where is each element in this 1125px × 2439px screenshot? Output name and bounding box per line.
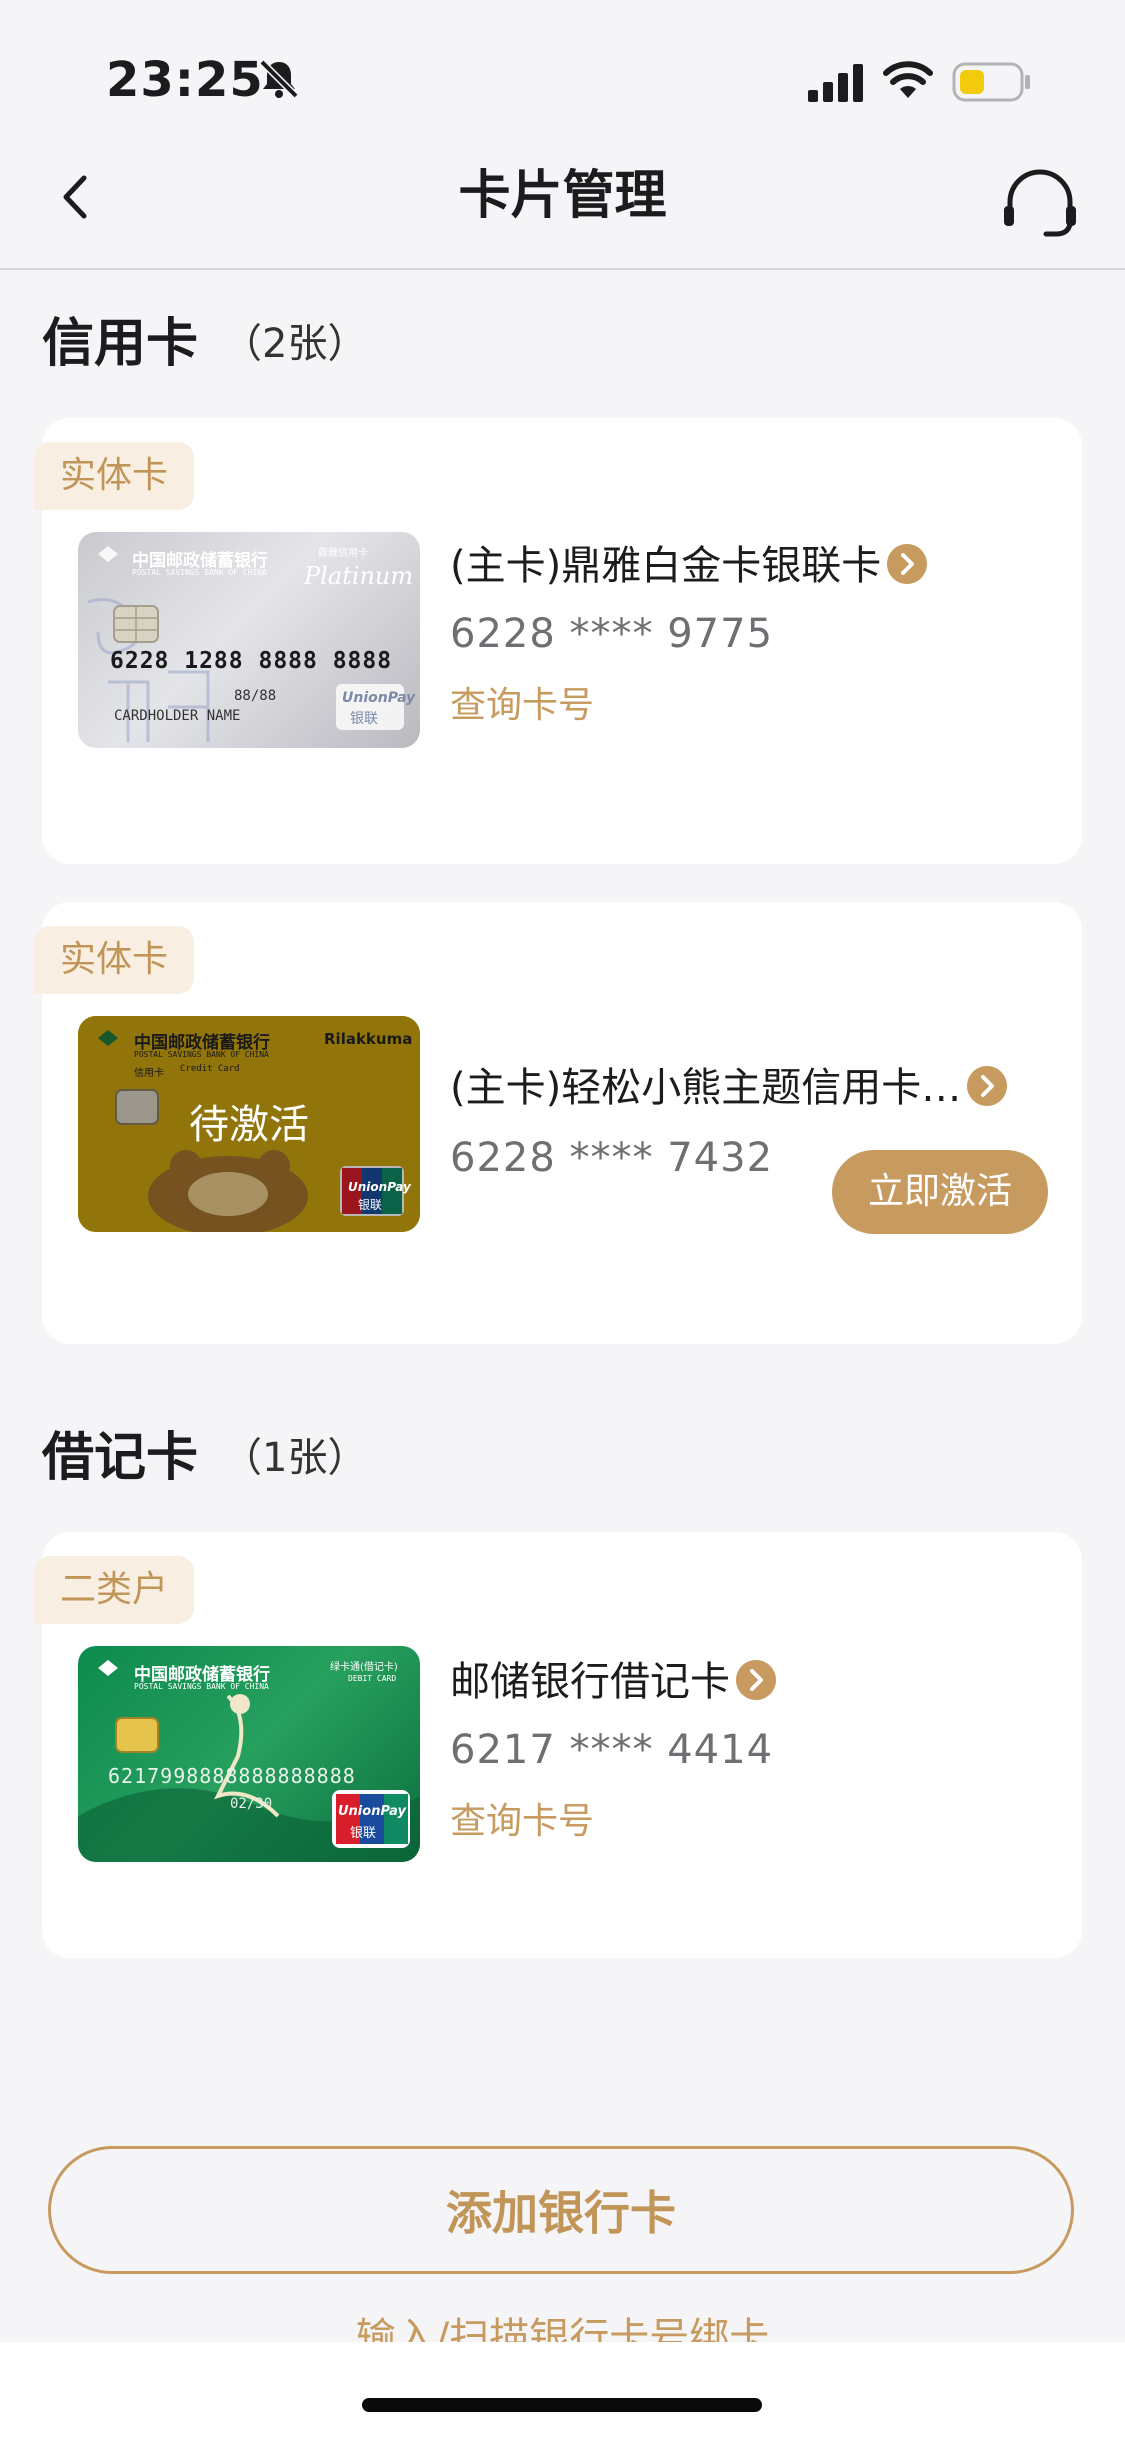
credit-section-count: （2张） bbox=[222, 321, 368, 367]
activate-now-button[interactable]: 立即激活 bbox=[832, 1150, 1048, 1234]
thumb-type-en: Credit Card bbox=[180, 1064, 240, 1074]
card-item-debit[interactable]: 二类户 中国邮政储蓄银行 POSTAL SAVINGS BANK OF CHIN… bbox=[34, 1532, 1082, 1958]
thumb-expiry: 88/88 bbox=[234, 688, 277, 704]
card-item-credit-platinum[interactable]: 实体卡 中国邮政储蓄银行 POSTAL SAVINGS BANK OF CHIN… bbox=[34, 418, 1082, 864]
rilakkuma-logo: Rilakkuma bbox=[324, 1030, 413, 1048]
battery-icon bbox=[952, 62, 1030, 102]
debit-section-count: （1张） bbox=[222, 1435, 368, 1481]
card-tag: 实体卡 bbox=[34, 442, 195, 510]
thumb-card-number: 6217998888888888888 bbox=[108, 1764, 356, 1788]
card-number: 6228 **** 9775 bbox=[450, 611, 774, 657]
chevron-right-icon[interactable] bbox=[887, 544, 928, 584]
thumb-type-cn: 信用卡 bbox=[134, 1068, 164, 1079]
card-image-rilakkuma: 中国邮政储蓄银行 POSTAL SAVINGS BANK OF CHINA 信用… bbox=[78, 1016, 420, 1232]
debit-section-title: 借记卡 bbox=[42, 1428, 199, 1488]
card-image-platinum: 中国邮政储蓄银行 POSTAL SAVINGS BANK OF CHINA 鼎雅… bbox=[78, 532, 420, 748]
unionpay-logo: UnionPay bbox=[348, 1180, 411, 1194]
card-name[interactable]: (主卡)鼎雅白金卡银联卡 bbox=[450, 540, 928, 592]
home-indicator[interactable] bbox=[362, 2398, 762, 2412]
status-time: 23:25 bbox=[106, 52, 264, 108]
unionpay-logo-cn: 银联 bbox=[350, 1826, 377, 1841]
credit-section-title: 信用卡 bbox=[42, 314, 199, 374]
chevron-right-icon[interactable] bbox=[967, 1066, 1008, 1106]
thumb-type-cn: 绿卡通(借记卡) bbox=[330, 1662, 398, 1673]
card-tag: 实体卡 bbox=[34, 926, 195, 994]
thumb-type-en: Platinum bbox=[304, 562, 414, 590]
card-item-credit-rilakkuma[interactable]: 实体卡 中国邮政储蓄银行 POSTAL SAVINGS BANK OF CHIN… bbox=[34, 902, 1082, 1344]
wifi-icon bbox=[883, 61, 933, 98]
card-name[interactable]: 邮储银行借记卡 bbox=[450, 1656, 776, 1708]
card-image-debit: 中国邮政储蓄银行 POSTAL SAVINGS BANK OF CHINA 绿卡… bbox=[78, 1646, 420, 1862]
pending-activation-overlay: 待激活 bbox=[189, 1102, 309, 1148]
thumb-type-cn: 鼎雅信用卡 bbox=[318, 548, 368, 559]
chevron-right-icon[interactable] bbox=[736, 1660, 776, 1700]
query-card-number-link[interactable]: 查询卡号 bbox=[450, 682, 594, 730]
card-name-text: (主卡)轻松小熊主题信用卡… bbox=[450, 1065, 962, 1111]
card-tag: 二类户 bbox=[34, 1556, 195, 1624]
card-name[interactable]: (主卡)轻松小熊主题信用卡… bbox=[450, 1062, 1008, 1114]
add-bank-card-button[interactable]: 添加银行卡 bbox=[48, 2146, 1074, 2274]
thumb-bank-en: POSTAL SAVINGS BANK OF CHINA bbox=[134, 1050, 269, 1059]
query-card-number-link[interactable]: 查询卡号 bbox=[450, 1798, 594, 1846]
thumb-expiry: 02/30 bbox=[230, 1796, 273, 1812]
card-name-text: 邮储银行借记卡 bbox=[450, 1659, 730, 1705]
unionpay-logo-cn: 银联 bbox=[350, 711, 378, 727]
home-indicator-area bbox=[0, 2342, 1125, 2439]
page-title: 卡片管理 bbox=[458, 166, 667, 226]
thumb-type-en: DEBIT CARD bbox=[348, 1674, 397, 1683]
unionpay-logo-cn: 银联 bbox=[358, 1198, 383, 1212]
card-name-text: (主卡)鼎雅白金卡银联卡 bbox=[450, 543, 882, 589]
signal-icon bbox=[808, 64, 863, 102]
thumb-bank-en: POSTAL SAVINGS BANK OF CHINA bbox=[132, 568, 267, 577]
thumb-bank-en: POSTAL SAVINGS BANK OF CHINA bbox=[134, 1682, 269, 1691]
unionpay-logo: UnionPay bbox=[342, 690, 416, 706]
card-number: 6217 **** 4414 bbox=[450, 1727, 774, 1773]
card-number: 6228 **** 7432 bbox=[450, 1135, 774, 1181]
thumb-holder: CARDHOLDER NAME bbox=[114, 708, 241, 724]
unionpay-logo: UnionPay bbox=[338, 1804, 406, 1819]
thumb-card-number: 6228 1288 8888 8888 bbox=[110, 648, 393, 674]
headset-icon[interactable] bbox=[1000, 166, 1080, 238]
bell-slash-icon bbox=[259, 59, 299, 99]
